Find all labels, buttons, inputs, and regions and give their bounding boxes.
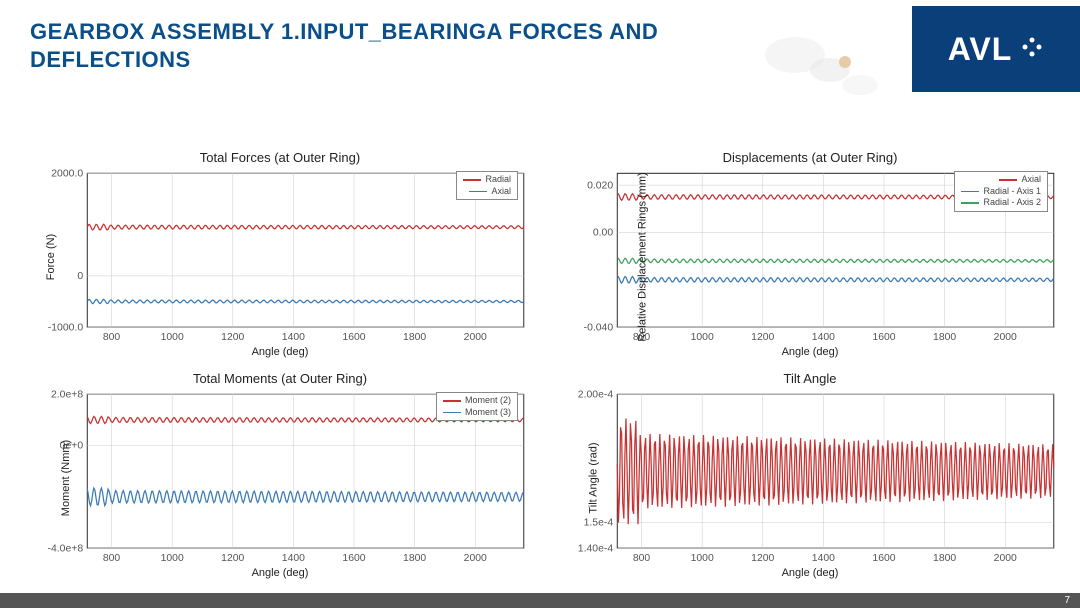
chart-2: Total Moments (at Outer Ring) Moment (Nmm…: [30, 371, 530, 582]
svg-text:1000: 1000: [691, 553, 714, 564]
svg-text:1000: 1000: [161, 553, 184, 564]
brand-logo: AVL: [912, 6, 1080, 92]
page-title: GEARBOX ASSEMBLY 1.INPUT_BEARINGA FORCES…: [30, 18, 730, 73]
svg-text:0: 0: [77, 271, 83, 282]
svg-text:1600: 1600: [872, 332, 895, 343]
footer-bar: 7: [0, 593, 1080, 608]
svg-text:-1000.0: -1000.0: [48, 322, 83, 333]
x-axis-label: Angle (deg): [560, 567, 1060, 579]
svg-text:1600: 1600: [872, 553, 895, 564]
svg-text:0.00: 0.00: [593, 228, 613, 239]
svg-text:1.40e-4: 1.40e-4: [578, 543, 613, 554]
svg-text:2.00e-4: 2.00e-4: [578, 390, 613, 401]
plot-area: Tilt Angle (rad) 800 1000 1200 1400 1600 1800 2…: [560, 388, 1060, 567]
svg-text:1200: 1200: [751, 553, 774, 564]
svg-text:2.0e+8: 2.0e+8: [51, 390, 83, 401]
decorative-bearing-graphic: [735, 20, 895, 110]
svg-text:800: 800: [103, 553, 121, 564]
svg-text:1000: 1000: [691, 332, 714, 343]
svg-text:800: 800: [633, 553, 651, 564]
chart-title: Total Forces (at Outer Ring): [30, 150, 530, 165]
svg-text:800: 800: [103, 332, 121, 343]
svg-text:1800: 1800: [403, 332, 426, 343]
legend: Moment (2)Moment (3): [436, 392, 518, 421]
svg-text:1800: 1800: [933, 332, 956, 343]
x-axis-label: Angle (deg): [560, 346, 1060, 358]
logo-text: AVL: [948, 31, 1013, 68]
charts-grid: Total Forces (at Outer Ring) Force (N) 800…: [30, 150, 1060, 578]
svg-text:-0.040: -0.040: [584, 322, 614, 333]
x-axis-label: Angle (deg): [30, 567, 530, 579]
svg-text:1200: 1200: [221, 553, 244, 564]
svg-text:1200: 1200: [751, 332, 774, 343]
x-axis-label: Angle (deg): [30, 346, 530, 358]
chart-title: Total Moments (at Outer Ring): [30, 371, 530, 386]
svg-text:-4.0e+8: -4.0e+8: [48, 543, 84, 554]
y-axis-label: Tilt Angle (rad): [588, 442, 600, 513]
svg-text:0.020: 0.020: [587, 180, 613, 191]
page-number: 7: [1064, 595, 1070, 606]
svg-text:2000: 2000: [464, 332, 487, 343]
chart-0: Total Forces (at Outer Ring) Force (N) 800…: [30, 150, 530, 361]
y-axis-label: Relative Displacement Rings (mm): [637, 172, 649, 341]
plot-area: Moment (Nmm) 800 1000 1200 1400 1600 1800 2000 -…: [30, 388, 530, 567]
chart-3: Tilt Angle Tilt Angle (rad) 800 1000 1200 140…: [560, 371, 1060, 582]
legend: AxialRadial - Axis 1Radial - Axis 2: [954, 171, 1048, 212]
svg-text:2000: 2000: [464, 553, 487, 564]
svg-text:1800: 1800: [403, 553, 426, 564]
svg-text:1400: 1400: [812, 332, 835, 343]
svg-text:1800: 1800: [933, 553, 956, 564]
chart-title: Tilt Angle: [560, 371, 1060, 386]
svg-text:1400: 1400: [282, 332, 305, 343]
crest-icon: [1020, 35, 1044, 64]
y-axis-label: Force (N): [45, 233, 57, 279]
svg-text:2000.0: 2000.0: [51, 168, 83, 179]
legend: RadialAxial: [456, 171, 518, 200]
svg-text:1400: 1400: [812, 553, 835, 564]
y-axis-label: Moment (Nmm): [60, 439, 72, 515]
svg-text:1400: 1400: [282, 553, 305, 564]
svg-text:1200: 1200: [221, 332, 244, 343]
svg-text:2000: 2000: [994, 332, 1017, 343]
plot-area: Force (N) 800 1000 1200 1400 1600 1800 2000 -100…: [30, 167, 530, 346]
plot-area: Relative Displacement Rings (mm)80010001…: [560, 167, 1060, 346]
svg-text:1600: 1600: [342, 332, 365, 343]
svg-text:1600: 1600: [342, 553, 365, 564]
svg-text:2000: 2000: [994, 553, 1017, 564]
svg-text:1000: 1000: [161, 332, 184, 343]
chart-1: Displacements (at Outer Ring) Relative Di…: [560, 150, 1060, 361]
chart-title: Displacements (at Outer Ring): [560, 150, 1060, 165]
svg-text:1.5e-4: 1.5e-4: [584, 518, 614, 529]
